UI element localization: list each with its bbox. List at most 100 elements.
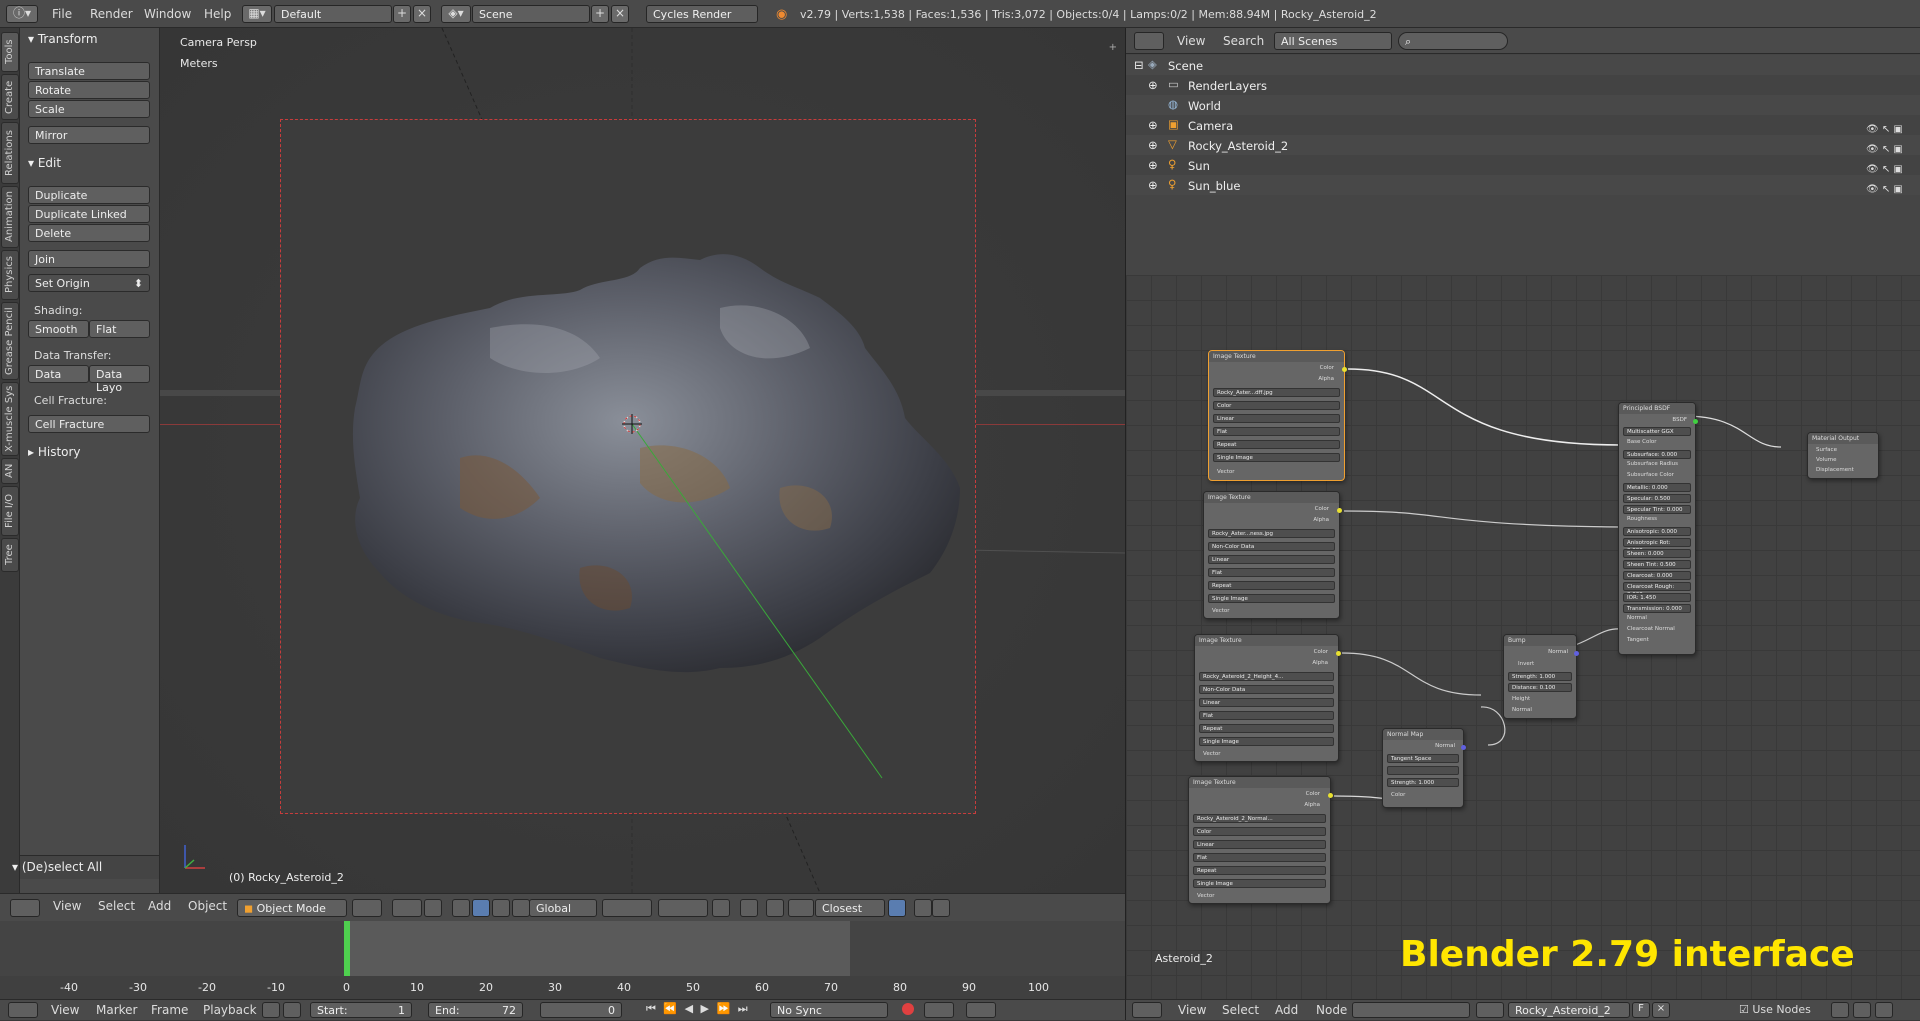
tl-marker-menu[interactable]: Marker [96, 1003, 137, 1021]
flat-button[interactable]: Flat [89, 320, 150, 338]
tl-playback-menu[interactable]: Playback [203, 1003, 257, 1021]
render-still-icon[interactable] [914, 899, 932, 917]
image-texture-node-2[interactable]: Image Texture Color Alpha Rocky_Aster...… [1203, 491, 1342, 619]
translate-button[interactable]: Translate [28, 62, 150, 80]
fake-user-button[interactable]: F [1632, 1002, 1650, 1018]
edit-panel-header[interactable]: ▾ Edit [28, 156, 61, 170]
add-layout-icon[interactable]: + [393, 5, 411, 23]
menu-window[interactable]: Window [144, 7, 191, 21]
lock-layers-icon[interactable] [712, 899, 730, 917]
playback-controls[interactable]: ⏮ ⏪ ◀ ▶ ⏩ ⏭ [646, 1002, 750, 1016]
rotate-button[interactable]: Rotate [28, 81, 150, 99]
material-output-node[interactable]: Material Output Surface Volume Displacem… [1807, 432, 1879, 479]
vp-object-menu[interactable]: Object [188, 899, 227, 917]
delete-button[interactable]: Delete [28, 224, 150, 242]
timeline[interactable]: -40 -30 -20 -10 0 10 20 30 40 50 60 70 8… [0, 921, 1125, 999]
use-nodes-checkbox[interactable]: ☑ Use Nodes [1739, 1003, 1811, 1016]
outliner-search-input[interactable]: ⌕ [1398, 32, 1508, 50]
current-frame-marker[interactable] [344, 921, 350, 976]
tab-tree[interactable]: Tree [1, 538, 19, 572]
proportional-falloff-icon[interactable] [766, 899, 784, 917]
tab-create[interactable]: Create [1, 74, 19, 120]
data-button[interactable]: Data [28, 365, 89, 383]
tab-physics[interactable]: Physics [1, 250, 19, 300]
visibility-toggles[interactable]: 👁 ↖ ▣ 👁 ↖ ▣ 👁 ↖ ▣ 👁 ↖ ▣ [1866, 120, 1903, 200]
editor-type-icon[interactable] [10, 899, 40, 917]
layout-icon[interactable]: ▦▾ [242, 5, 272, 23]
tab-animation[interactable]: Animation [1, 186, 19, 248]
snap-align-icon[interactable] [888, 899, 906, 917]
deselect-all-header[interactable]: ▾ (De)select All [12, 860, 102, 874]
keying-set-icon[interactable] [924, 1002, 954, 1018]
lock-range-icon[interactable] [283, 1002, 301, 1018]
outliner-row-asteroid[interactable]: ⊕ ▽ Rocky_Asteroid_2 [1126, 135, 1920, 155]
ne-add-menu[interactable]: Add [1275, 1003, 1298, 1021]
bump-node[interactable]: Bump Normal Invert Strength: 1.000 Dista… [1503, 634, 1579, 719]
bsdf-input-row[interactable]: Anisotropic: 0.000 [1623, 527, 1691, 536]
start-frame-field[interactable]: Start: 1 [310, 1002, 412, 1018]
outliner-row-sun[interactable]: ⊕ ♀ Sun [1126, 155, 1920, 175]
bsdf-input-row[interactable]: Sheen: 0.000 [1623, 549, 1691, 558]
ne-select-menu[interactable]: Select [1222, 1003, 1259, 1021]
render-anim-icon[interactable] [932, 899, 950, 917]
pivot-point-icon[interactable] [392, 899, 422, 917]
duplicate-linked-button[interactable]: Duplicate Linked [28, 205, 150, 223]
record-icon[interactable] [902, 1003, 914, 1015]
tab-tools[interactable]: Tools [1, 32, 19, 72]
outliner-row-scene[interactable]: ⊟ ◈ Scene [1126, 55, 1920, 75]
tl-frame-menu[interactable]: Frame [151, 1003, 188, 1021]
menu-file[interactable]: File [52, 7, 72, 21]
parent-node-icon[interactable] [1853, 1002, 1871, 1018]
close-material-icon[interactable]: × [1652, 1002, 1670, 1018]
ol-view-menu[interactable]: View [1177, 34, 1205, 52]
ne-node-menu[interactable]: Node [1316, 1003, 1347, 1021]
smooth-button[interactable]: Smooth [28, 320, 89, 338]
rotate-manip-icon[interactable] [472, 899, 490, 917]
outliner-row-sun-blue[interactable]: ⊕ ♀ Sun_blue [1126, 175, 1920, 195]
tab-grease-pencil[interactable]: Grease Pencil [1, 302, 19, 380]
scene-field[interactable]: Scene [472, 5, 590, 23]
bsdf-input-row[interactable]: Sheen Tint: 0.500 [1623, 560, 1691, 569]
node-editor[interactable]: Image Texture Color Alpha Rocky_Aster...… [1125, 275, 1920, 999]
add-scene-icon[interactable]: + [591, 5, 609, 23]
bsdf-input-row[interactable]: Transmission: 0.000 [1623, 604, 1691, 613]
outliner-row-world[interactable]: ◍ World [1126, 95, 1920, 115]
normal-map-node[interactable]: Normal Map Normal Tangent Space Strength… [1382, 728, 1466, 808]
current-frame-field[interactable]: 0 [540, 1002, 622, 1018]
bsdf-input-row[interactable]: IOR: 1.450 [1623, 593, 1691, 602]
bsdf-input-row[interactable]: Metallic: 0.000 [1623, 483, 1691, 492]
menu-help[interactable]: Help [204, 7, 231, 21]
mode-dropdown[interactable]: ◼ Object Mode [237, 899, 347, 917]
outliner-row-camera[interactable]: ⊕ ▣ Camera [1126, 115, 1920, 135]
tab-an[interactable]: AN [1, 458, 19, 484]
tab-x-muscle[interactable]: X-muscle Sys [1, 382, 19, 456]
node-editor-type-icon[interactable] [1132, 1002, 1162, 1018]
backdrop-icon[interactable] [1831, 1002, 1849, 1018]
vp-view-menu[interactable]: View [53, 899, 81, 917]
tl-view-menu[interactable]: View [51, 1003, 79, 1021]
image-texture-node-3[interactable]: Image Texture Color Alpha Rocky_Asteroid… [1194, 634, 1341, 762]
history-panel-header[interactable]: ▸ History [28, 445, 81, 459]
timeline-editor-icon[interactable] [8, 1002, 38, 1018]
bsdf-input-row[interactable]: Specular Tint: 0.000 [1623, 505, 1691, 514]
tab-file-io[interactable]: File I/O [1, 486, 19, 536]
snap-node-icon[interactable] [1875, 1002, 1893, 1018]
shading-mode-icon[interactable] [352, 899, 382, 917]
transform-panel-header[interactable]: ▾ Transform [28, 32, 98, 46]
layout-field[interactable]: Default [274, 5, 392, 23]
preview-range-icon[interactable] [262, 1002, 280, 1018]
tab-relations[interactable]: Relations [1, 122, 19, 184]
sync-dropdown[interactable]: No Sync [770, 1002, 888, 1018]
scene-icon[interactable]: ◈▾ [441, 5, 471, 23]
viewport-corner-icon[interactable]: + [1109, 42, 1117, 53]
cell-fracture-button[interactable]: Cell Fracture [28, 415, 150, 433]
bsdf-input-row[interactable]: Subsurface: 0.000 [1623, 450, 1691, 459]
vp-select-menu[interactable]: Select [98, 899, 135, 917]
display-mode-dropdown[interactable]: All Scenes [1274, 32, 1392, 50]
snap-target-dropdown[interactable]: Closest [815, 899, 885, 917]
image-texture-node-4[interactable]: Image Texture Color Alpha Rocky_Asteroid… [1188, 776, 1333, 904]
layers-a-icon[interactable] [602, 899, 652, 917]
data-layout-button[interactable]: Data Layo [89, 365, 150, 394]
manip-extra-icon[interactable] [512, 899, 530, 917]
image-texture-node-1[interactable]: Image Texture Color Alpha Rocky_Aster...… [1208, 350, 1347, 481]
